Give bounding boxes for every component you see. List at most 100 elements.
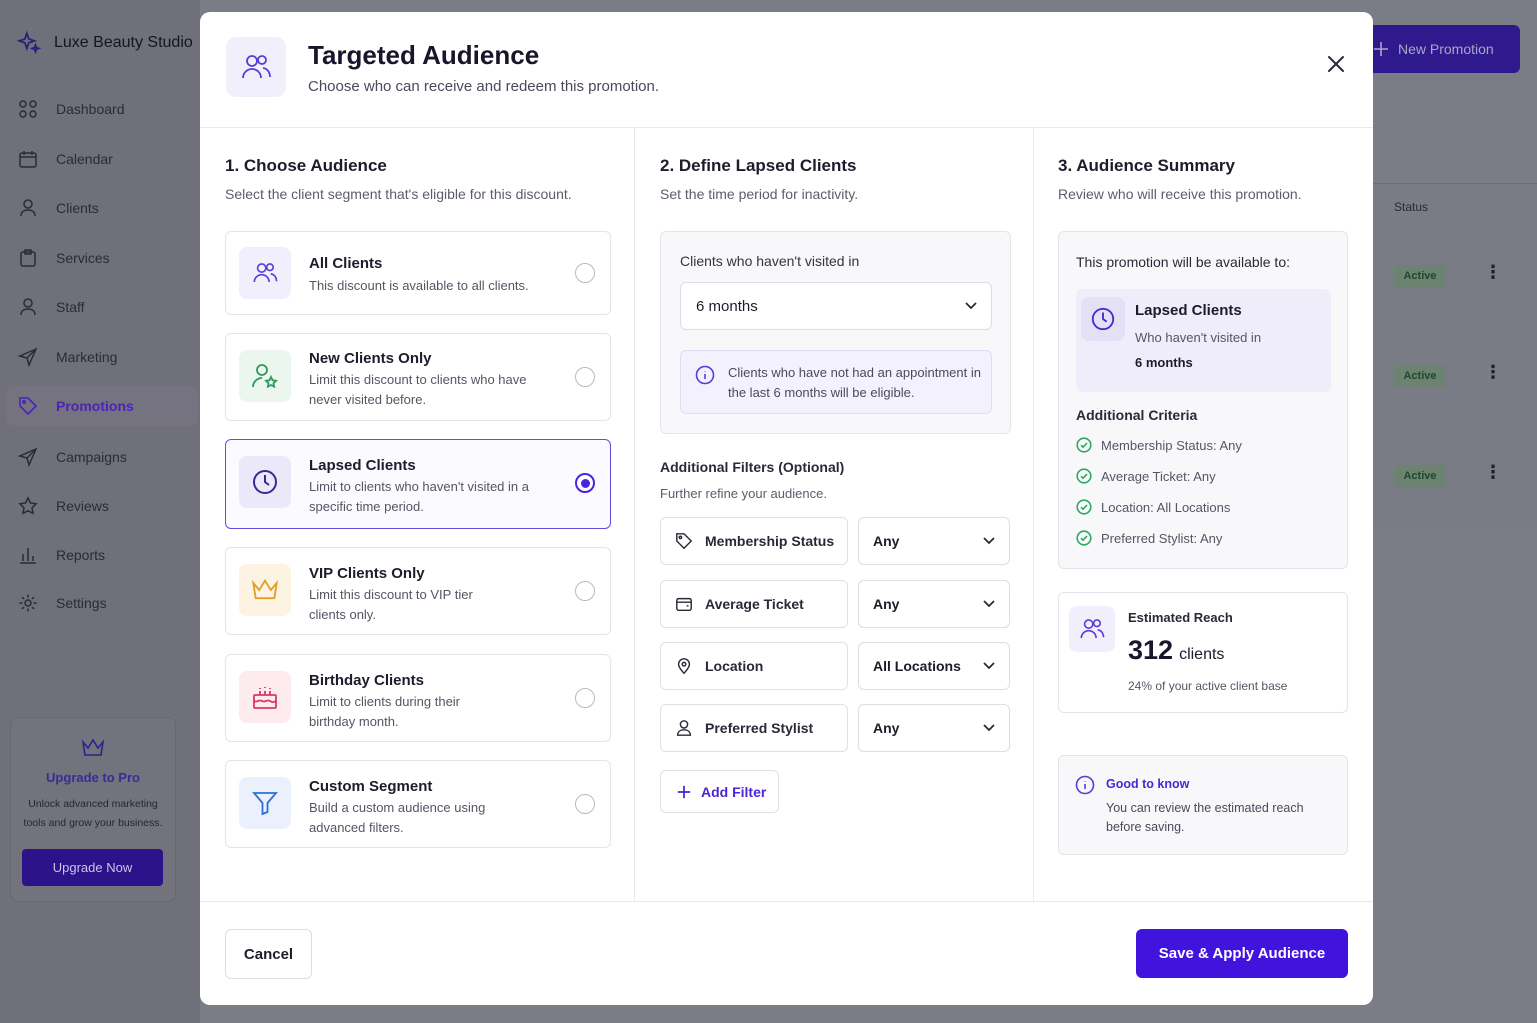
upgrade-card: Upgrade to Pro Unlock advanced marketing…	[10, 717, 176, 902]
sidebar: Luxe Beauty Studio Dashboard Calendar Cl…	[0, 0, 200, 1023]
radio-vip-clients[interactable]	[575, 581, 595, 601]
sidebar-item-settings[interactable]: Settings	[6, 583, 198, 623]
option-all-clients[interactable]: All Clients This discount is available t…	[225, 231, 611, 315]
estimated-reach-card: Estimated Reach 312 clients 24% of your …	[1058, 592, 1348, 713]
option-description: Limit this discount to VIP tier clients …	[309, 587, 473, 622]
option-lapsed-clients[interactable]: Lapsed Clients Limit to clients who have…	[225, 439, 611, 529]
filters-subtitle: Further refine your audience.	[660, 486, 827, 501]
chevron-down-icon	[983, 723, 995, 733]
option-custom-segment[interactable]: Custom Segment Build a custom audience u…	[225, 760, 611, 848]
user-icon	[18, 198, 38, 218]
status-column-header: Status	[1394, 200, 1429, 214]
tag-icon	[18, 396, 38, 416]
targeted-audience-modal: Targeted Audience Choose who can receive…	[200, 12, 1373, 1005]
users-icon	[226, 37, 286, 97]
tag-icon	[675, 532, 693, 550]
modal-subtitle: Choose who can receive and redeem this p…	[308, 78, 660, 95]
sidebar-item-marketing[interactable]: Marketing	[6, 337, 198, 377]
send-icon	[18, 347, 38, 367]
filter-location: Location	[660, 642, 848, 690]
row-menu-icon[interactable]: ⋮	[1484, 262, 1502, 283]
reach-label: Estimated Reach	[1128, 610, 1233, 625]
sidebar-item-label: Reports	[56, 547, 106, 563]
sidebar-item-campaigns[interactable]: Campaigns	[6, 437, 198, 477]
clipboard-icon	[18, 248, 38, 268]
modal-footer: Cancel Save & Apply Audience	[200, 901, 1373, 1005]
info-icon	[695, 365, 715, 385]
sidebar-item-services[interactable]: Services	[6, 238, 198, 278]
radio-birthday-clients[interactable]	[575, 688, 595, 708]
option-title: Birthday Clients	[309, 672, 425, 689]
chevron-down-icon	[983, 536, 995, 546]
radio-all-clients[interactable]	[575, 263, 595, 283]
sidebar-item-staff[interactable]: Staff	[6, 287, 198, 327]
step1-heading: 1. Choose Audience	[225, 156, 387, 175]
option-description: Limit to clients who haven't visited in …	[309, 479, 529, 514]
reach-count: 312	[1128, 635, 1174, 665]
criteria-item: Location: All Locations	[1076, 499, 1230, 515]
cancel-button[interactable]: Cancel	[225, 929, 312, 979]
option-birthday-clients[interactable]: Birthday Clients Limit to clients during…	[225, 654, 611, 742]
filter-icon	[239, 777, 291, 829]
row-menu-icon[interactable]: ⋮	[1484, 462, 1502, 483]
send-icon	[18, 447, 38, 467]
sidebar-item-calendar[interactable]: Calendar	[6, 139, 198, 179]
option-title: New Clients Only	[309, 350, 432, 367]
preferred-stylist-select[interactable]: Any	[858, 704, 1010, 752]
add-filter-button[interactable]: Add Filter	[660, 770, 779, 813]
chevron-down-icon	[965, 301, 977, 311]
column-divider	[1033, 128, 1034, 901]
radio-new-clients[interactable]	[575, 367, 595, 387]
option-new-clients[interactable]: New Clients Only Limit this discount to …	[225, 333, 611, 421]
sidebar-item-reviews[interactable]: Reviews	[6, 486, 198, 526]
status-badge: Active	[1394, 465, 1446, 487]
new-promotion-button[interactable]: New Promotion	[1355, 25, 1520, 73]
row-menu-icon[interactable]: ⋮	[1484, 362, 1502, 383]
criteria-item: Preferred Stylist: Any	[1076, 530, 1222, 546]
clock-icon	[1081, 297, 1125, 341]
audience-summary-card: This promotion will be available to: Lap…	[1058, 231, 1348, 569]
step1-subtitle: Select the client segment that's eligibl…	[225, 186, 572, 202]
sidebar-item-clients[interactable]: Clients	[6, 188, 198, 228]
option-title: Lapsed Clients	[309, 457, 416, 474]
available-to-label: This promotion will be available to:	[1076, 254, 1290, 270]
sidebar-item-promotions[interactable]: Promotions	[6, 386, 198, 426]
period-select[interactable]: 6 months	[680, 282, 992, 330]
lapsed-period-card: Clients who haven't visited in 6 months …	[660, 231, 1011, 434]
chevron-down-icon	[983, 661, 995, 671]
crown-icon	[81, 738, 105, 758]
reach-value: 312 clients	[1128, 635, 1224, 666]
check-circle-icon	[1076, 468, 1092, 484]
status-badge: Active	[1394, 365, 1446, 387]
star-icon	[18, 496, 38, 516]
period-select-value: 6 months	[696, 297, 758, 315]
filter-membership-status: Membership Status	[660, 517, 848, 565]
upgrade-now-button[interactable]: Upgrade Now	[22, 849, 163, 886]
average-ticket-select[interactable]: Any	[858, 580, 1010, 628]
crown-icon	[239, 564, 291, 616]
segment-title: Lapsed Clients	[1135, 302, 1242, 319]
status-badge: Active	[1394, 265, 1446, 287]
period-info-note: Clients who have not had an appointment …	[680, 350, 992, 414]
column-divider	[634, 128, 635, 901]
option-vip-clients[interactable]: VIP Clients Only Limit this discount to …	[225, 547, 611, 635]
brand: Luxe Beauty Studio	[16, 30, 193, 56]
check-circle-icon	[1076, 499, 1092, 515]
select-value: Any	[873, 720, 900, 736]
sidebar-item-reports[interactable]: Reports	[6, 535, 198, 575]
sparkle-icon	[16, 30, 42, 56]
location-select[interactable]: All Locations	[858, 642, 1010, 690]
option-title: VIP Clients Only	[309, 565, 425, 582]
close-icon[interactable]	[1324, 52, 1348, 76]
save-apply-audience-button[interactable]: Save & Apply Audience	[1136, 929, 1348, 978]
good-to-know-title: Good to know	[1106, 777, 1190, 791]
sidebar-item-label: Staff	[56, 299, 85, 315]
segment-value: 6 months	[1135, 355, 1193, 370]
sidebar-item-label: Campaigns	[56, 449, 127, 465]
sidebar-item-dashboard[interactable]: Dashboard	[6, 89, 198, 129]
users-icon	[1069, 606, 1115, 652]
radio-lapsed-clients[interactable]	[575, 473, 595, 493]
reach-note: 24% of your active client base	[1128, 679, 1288, 693]
radio-custom-segment[interactable]	[575, 794, 595, 814]
membership-status-select[interactable]: Any	[858, 517, 1010, 565]
